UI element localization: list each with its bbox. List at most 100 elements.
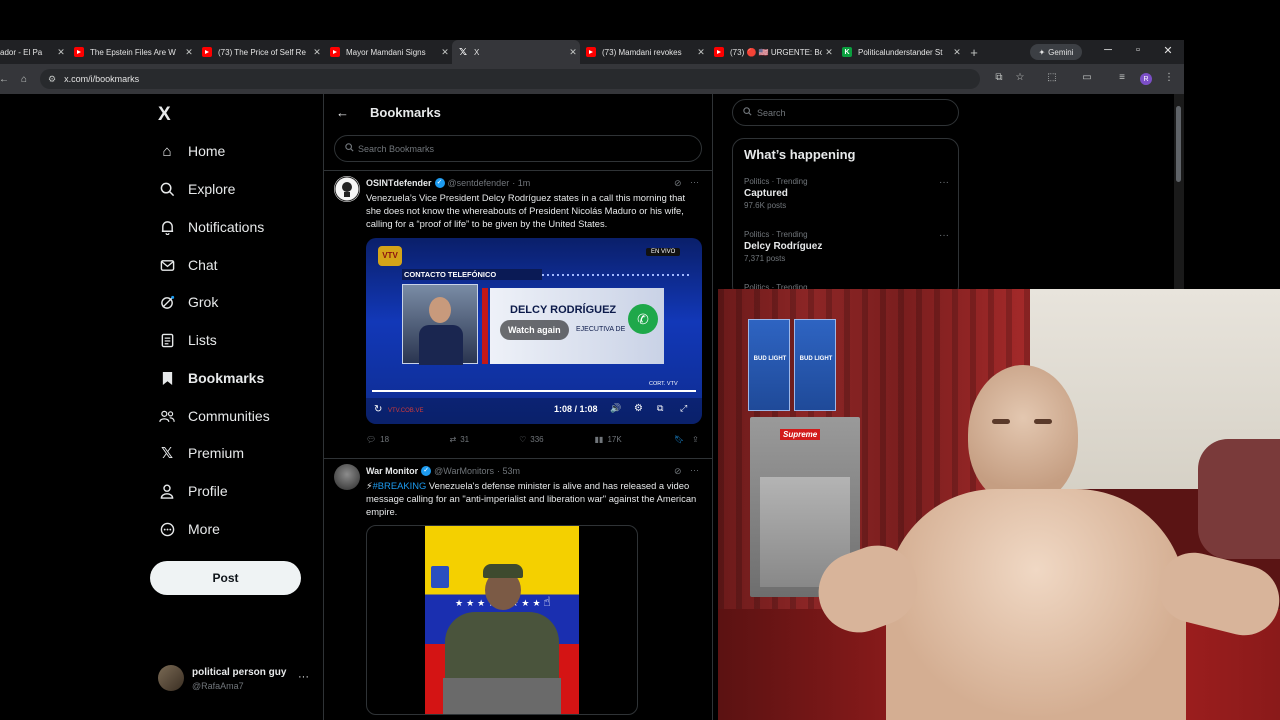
sidebar-item-communities[interactable]: Communities bbox=[158, 404, 270, 428]
split-view-icon[interactable]: ▭ bbox=[1080, 72, 1094, 83]
browser-tab[interactable]: (73) Mamdani revokes ✕ bbox=[580, 40, 708, 64]
progress-bar[interactable] bbox=[372, 390, 696, 392]
fullscreen-icon[interactable]: ⤢ bbox=[680, 403, 687, 414]
video-thumbnail[interactable]: ★★★★★★★★ ☝ bbox=[366, 525, 638, 715]
post-time[interactable]: · 1m bbox=[512, 178, 530, 188]
bookmarks-search-input[interactable]: Search Bookmarks bbox=[334, 135, 702, 162]
author-name[interactable]: War Monitor bbox=[366, 466, 418, 476]
browser-tab[interactable]: Mayor Mamdani Signs ✕ bbox=[324, 40, 452, 64]
back-arrow-icon[interactable]: ← bbox=[336, 105, 349, 120]
audio-waveform bbox=[542, 274, 692, 276]
reply-button[interactable]: 💬︎ 18 bbox=[366, 435, 450, 444]
video-player[interactable]: VTV EN VIVO CONTACTO TELEFÓNICO DELCY RO… bbox=[366, 238, 702, 424]
box-label: BUD LIGHT bbox=[799, 356, 833, 362]
webcam-overlay: BUD LIGHT BUD LIGHT Supreme bbox=[718, 289, 1280, 720]
media-control-icon[interactable]: ≡ bbox=[1115, 72, 1129, 83]
window-close-icon[interactable]: ✕ bbox=[1160, 44, 1176, 57]
pip-icon[interactable]: ⧉ bbox=[657, 403, 663, 414]
repost-count: 31 bbox=[460, 435, 470, 444]
close-icon[interactable]: ✕ bbox=[950, 47, 964, 58]
repost-button[interactable]: ⇄ 31 bbox=[450, 435, 520, 444]
browser-tab-active[interactable]: 𝕏 X ✕ bbox=[452, 40, 580, 64]
replay-icon[interactable]: ↻ bbox=[374, 404, 382, 415]
post-actions: 💬︎ 18 ⇄ 31 ♡ 336 ▮▮ 17K 🔖︎ ⇪ bbox=[366, 435, 702, 444]
more-dots-icon[interactable]: ··· bbox=[690, 177, 699, 187]
close-icon[interactable]: ✕ bbox=[182, 47, 196, 58]
minimize-icon[interactable]: ─ bbox=[1100, 44, 1116, 56]
volume-icon[interactable]: 🔊 bbox=[610, 403, 621, 414]
new-tab-button[interactable]: + bbox=[964, 45, 984, 60]
home-browser-icon[interactable]: ⌂ bbox=[14, 74, 34, 85]
extensions-icon[interactable]: ⬚ bbox=[1045, 72, 1059, 83]
close-icon[interactable]: ✕ bbox=[310, 47, 324, 58]
account-switcher[interactable]: political person guy @RafaAma7 ··· bbox=[158, 665, 318, 695]
more-dots-icon[interactable]: ··· bbox=[939, 230, 949, 241]
share-icon[interactable]: ⇪ bbox=[692, 435, 702, 444]
star-icon[interactable]: ☆ bbox=[1013, 72, 1027, 83]
close-icon[interactable]: ✕ bbox=[566, 47, 580, 58]
close-icon[interactable]: ✕ bbox=[54, 47, 68, 58]
browser-tab-strip: ador - El Pa ✕ The Epstein Files Are W ✕… bbox=[0, 40, 1184, 64]
browser-tab[interactable]: K Politicalunderstander St ✕ bbox=[836, 40, 964, 64]
post-button[interactable]: Post bbox=[150, 561, 301, 595]
divider bbox=[324, 170, 712, 171]
gemini-button[interactable]: ✦ Gemini bbox=[1030, 44, 1082, 60]
sidebar-item-profile[interactable]: Profile bbox=[158, 479, 228, 503]
grok-icon bbox=[158, 293, 176, 311]
avatar[interactable] bbox=[334, 464, 360, 490]
search-icon bbox=[743, 107, 752, 118]
post-time[interactable]: · 53m bbox=[497, 466, 520, 476]
grok-icon[interactable]: ⊘ bbox=[674, 466, 682, 477]
views-button[interactable]: ▮▮ 17K bbox=[595, 435, 675, 444]
like-button[interactable]: ♡ 336 bbox=[519, 435, 595, 444]
tab-title: X bbox=[474, 47, 480, 57]
youtube-icon bbox=[74, 47, 84, 57]
sidebar-item-notifications[interactable]: Notifications bbox=[158, 215, 264, 239]
browser-tab[interactable]: (73) The Price of Self Re ✕ bbox=[196, 40, 324, 64]
more-dots-icon[interactable]: ··· bbox=[690, 465, 699, 475]
hashtag-link[interactable]: #BREAKING bbox=[373, 480, 427, 491]
settings-icon[interactable]: ⚙ bbox=[634, 403, 643, 414]
trend-item[interactable]: Politics · Trending Captured 97.6K posts… bbox=[744, 177, 949, 210]
maximize-icon[interactable]: ▫ bbox=[1130, 44, 1146, 56]
profile-avatar[interactable]: R bbox=[1140, 73, 1152, 85]
sidebar-item-lists[interactable]: Lists bbox=[158, 328, 217, 352]
x-logo[interactable]: X bbox=[158, 104, 171, 126]
grok-icon[interactable]: ⊘ bbox=[674, 178, 682, 189]
gemini-label: Gemini bbox=[1048, 47, 1074, 57]
author-name[interactable]: OSINTdefender bbox=[366, 178, 432, 188]
author-handle[interactable]: @WarMonitors bbox=[434, 466, 494, 476]
browser-tab[interactable]: The Epstein Files Are W ✕ bbox=[68, 40, 196, 64]
cursor-icon: ☝ bbox=[543, 594, 551, 609]
close-icon[interactable]: ✕ bbox=[694, 47, 708, 58]
trend-item[interactable]: Politics · Trending Delcy Rodríguez 7,37… bbox=[744, 230, 949, 263]
more-dots-icon[interactable]: ··· bbox=[939, 177, 949, 188]
tab-title: The Epstein Files Are W bbox=[90, 47, 176, 57]
search-input[interactable]: Search bbox=[732, 99, 959, 126]
youtube-icon bbox=[586, 47, 596, 57]
sidebar-item-premium[interactable]: 𝕏 Premium bbox=[158, 441, 244, 465]
speaker-photo bbox=[402, 284, 478, 365]
install-icon[interactable]: ⧉ bbox=[992, 72, 1006, 83]
sidebar-item-grok[interactable]: Grok bbox=[158, 290, 218, 314]
sidebar-item-explore[interactable]: Explore bbox=[158, 177, 235, 201]
sidebar-item-home[interactable]: ⌂ Home bbox=[158, 139, 225, 163]
close-icon[interactable]: ✕ bbox=[438, 47, 452, 58]
bookmark-icon[interactable]: 🔖︎ bbox=[674, 435, 692, 444]
avatar[interactable] bbox=[334, 176, 360, 202]
site-info-icon[interactable]: ⚙ bbox=[48, 74, 56, 85]
browser-tab[interactable]: (73) 🔴 🇺🇸 URGENTE: Bo ✕ bbox=[708, 40, 836, 64]
sidebar-item-bookmarks[interactable]: Bookmarks bbox=[158, 366, 264, 390]
youtube-icon bbox=[714, 47, 724, 57]
list-icon bbox=[158, 331, 176, 349]
author-handle[interactable]: @sentdefender bbox=[448, 178, 510, 188]
close-icon[interactable]: ✕ bbox=[822, 47, 836, 58]
sidebar-item-chat[interactable]: Chat bbox=[158, 253, 218, 277]
sidebar-item-more[interactable]: More bbox=[158, 517, 220, 541]
address-bar[interactable]: ⚙ x.com/i/bookmarks bbox=[40, 69, 980, 89]
menu-dots-icon[interactable]: ⋮ bbox=[1162, 72, 1176, 83]
scrollbar-thumb[interactable] bbox=[1176, 106, 1181, 182]
browser-tab[interactable]: ador - El Pa ✕ bbox=[0, 40, 68, 64]
watch-again-button[interactable]: Watch again bbox=[500, 320, 569, 340]
back-icon[interactable]: ← bbox=[0, 74, 14, 85]
